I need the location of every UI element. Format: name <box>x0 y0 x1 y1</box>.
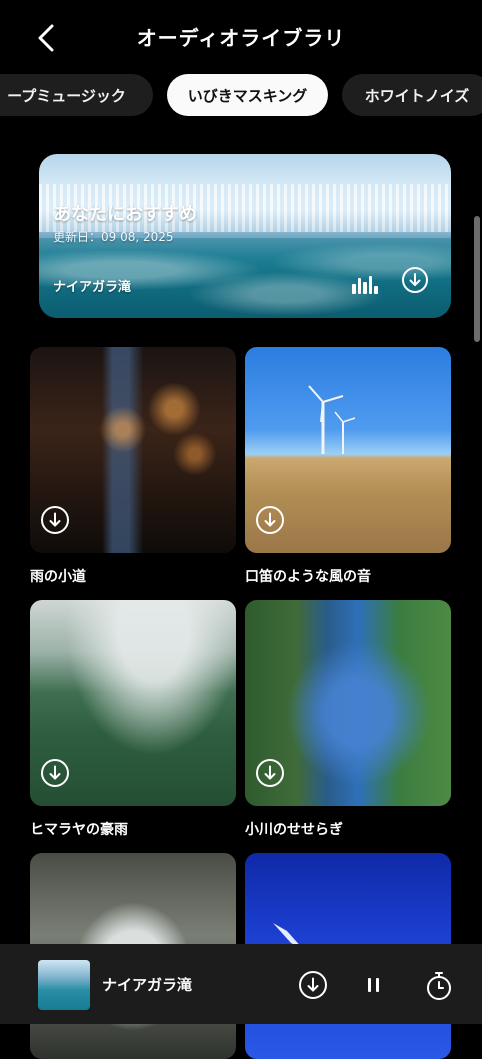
sound-card-rainy-path[interactable] <box>30 347 236 553</box>
category-tabs: ープミュージック いびきマスキング ホワイトノイズ <box>0 74 482 116</box>
pause-button[interactable] <box>362 974 384 996</box>
header: オーディオライブラリ <box>0 0 482 72</box>
sound-label: ヒマラヤの豪雨 <box>30 822 128 838</box>
sound-label: 口笛のような風の音 <box>245 569 371 585</box>
sound-label: 小川のせせらぎ <box>245 822 343 838</box>
download-icon <box>41 759 69 787</box>
player-title: ナイアガラ滝 <box>102 976 193 994</box>
timer-icon <box>427 972 451 1000</box>
download-button[interactable] <box>255 505 285 539</box>
mini-player[interactable]: ナイアガラ滝 <box>0 944 482 1024</box>
download-button[interactable] <box>40 505 70 539</box>
sound-card-whistling-wind[interactable] <box>245 347 451 553</box>
tab-snore-masking[interactable]: いびきマスキング <box>167 74 328 116</box>
download-button[interactable] <box>40 758 70 792</box>
tab-sleep-music[interactable]: ープミュージック <box>0 74 153 116</box>
download-icon <box>41 506 69 534</box>
featured-sound-name: ナイアガラ滝 <box>53 280 132 295</box>
page-title: オーディオライブラリ <box>136 26 346 50</box>
download-icon <box>256 759 284 787</box>
player-artwork <box>38 960 90 1010</box>
featured-heading: あなたにおすすめ <box>53 204 197 225</box>
download-button[interactable] <box>255 758 285 792</box>
download-icon <box>402 267 428 293</box>
wind-turbine-graphic <box>308 385 356 454</box>
player-download-button[interactable] <box>298 970 328 1004</box>
pause-icon <box>367 978 371 992</box>
featured-card[interactable]: あなたにおすすめ 更新日：09 08, 2025 ナイアガラ滝 <box>39 154 451 318</box>
sound-card-creek-murmur[interactable] <box>245 600 451 806</box>
sound-label: 雨の小道 <box>30 569 86 585</box>
download-icon <box>299 971 327 999</box>
download-icon <box>256 506 284 534</box>
scrollbar[interactable] <box>474 216 480 342</box>
featured-download-button[interactable] <box>401 266 429 298</box>
featured-updated-date: 更新日：09 08, 2025 <box>53 230 174 244</box>
equalizer-icon <box>352 276 378 294</box>
sleep-timer-button[interactable] <box>424 970 454 1006</box>
tab-white-noise[interactable]: ホワイトノイズ <box>342 74 482 116</box>
sound-card-himalaya-downpour[interactable] <box>30 600 236 806</box>
